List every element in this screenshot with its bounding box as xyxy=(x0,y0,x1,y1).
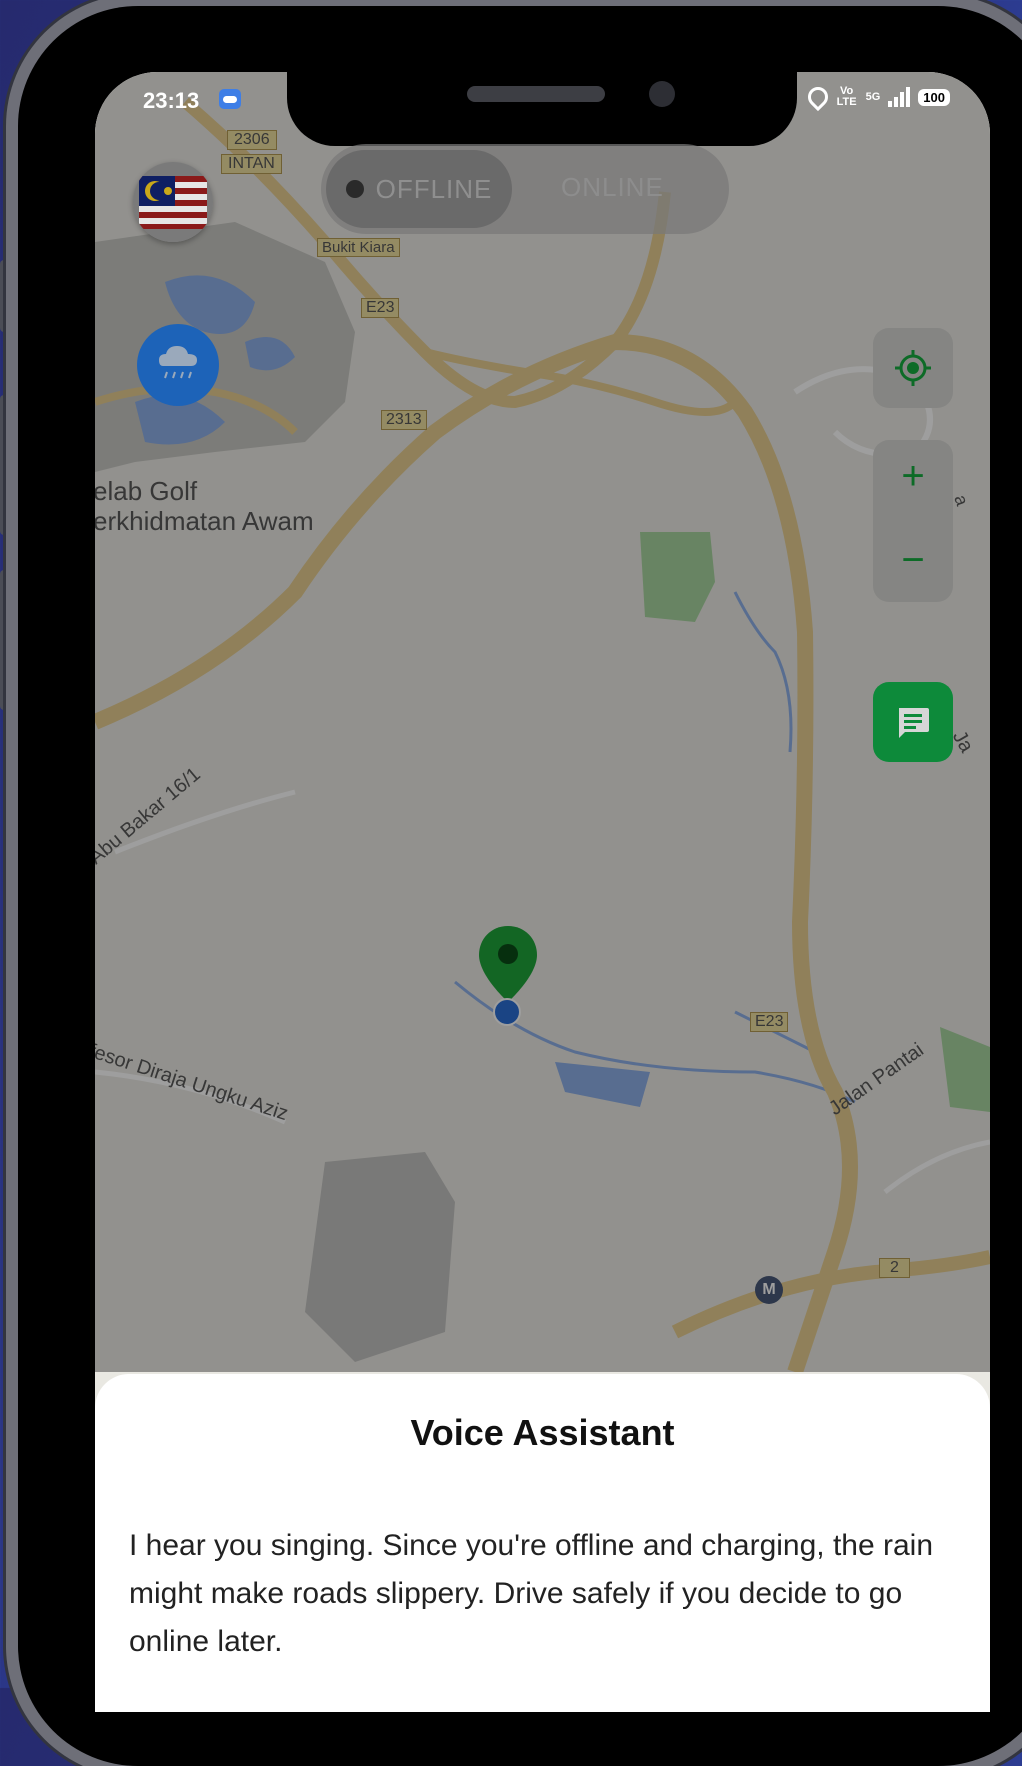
voice-assistant-sheet: Voice Assistant I hear you singing. Sinc… xyxy=(95,1374,990,1712)
online-status-toggle[interactable]: OFFLINE ONLINE xyxy=(321,144,729,234)
online-option[interactable]: ONLINE xyxy=(561,172,664,203)
chat-button[interactable] xyxy=(873,682,953,762)
chat-icon xyxy=(899,708,929,738)
app-screen: elab Golf erkhidmatan Awam Abu Bakar 16/… xyxy=(95,72,990,1712)
assistant-message: I hear you singing. Since you're offline… xyxy=(129,1529,934,1658)
location-status-icon xyxy=(803,82,832,112)
zoom-controls: + − xyxy=(873,440,953,602)
cloud-notification-icon xyxy=(219,89,241,109)
rain-cloud-icon xyxy=(159,346,197,379)
sheet-title: Voice Assistant xyxy=(410,1412,675,1453)
signal-5g-label: 5G xyxy=(865,91,881,103)
zoom-out-button[interactable]: − xyxy=(873,538,953,583)
status-icons: Vo LTE 5G 100 xyxy=(803,82,950,112)
volte-label: Vo LTE xyxy=(836,85,857,108)
phone-volume-up-button xyxy=(0,395,10,535)
locate-button[interactable] xyxy=(873,328,953,408)
phone-volume-down-button xyxy=(0,570,10,710)
malaysia-flag-icon xyxy=(133,162,213,242)
locate-icon xyxy=(895,350,931,386)
country-flag-button[interactable] xyxy=(133,162,213,242)
offline-status-dot xyxy=(345,180,364,198)
offline-label: OFFLINE xyxy=(375,173,493,204)
zoom-in-button[interactable]: + xyxy=(873,454,953,499)
signal-bars-icon xyxy=(888,87,911,107)
offline-option[interactable]: OFFLINE xyxy=(326,150,512,228)
notch-speaker xyxy=(467,86,605,102)
weather-button[interactable] xyxy=(137,324,219,406)
phone-frame: elab Golf erkhidmatan Awam Abu Bakar 16/… xyxy=(18,6,1022,1766)
phone-notch xyxy=(287,72,797,146)
status-time: 23:13 xyxy=(143,88,200,113)
battery-indicator: 100 xyxy=(918,88,950,106)
modal-overlay[interactable] xyxy=(95,72,990,1372)
notch-camera xyxy=(649,81,675,107)
phone-side-button-top xyxy=(0,260,10,332)
